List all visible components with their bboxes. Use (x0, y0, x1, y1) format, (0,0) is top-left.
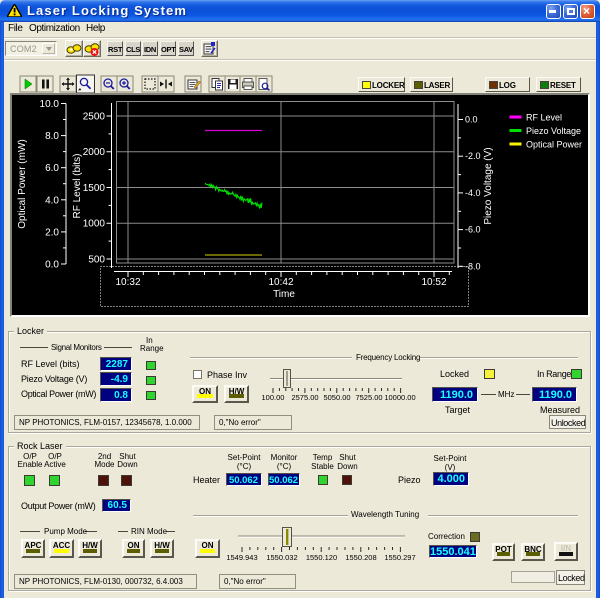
svg-text:5050.00: 5050.00 (323, 393, 350, 402)
svg-text:Optical Power: Optical Power (526, 140, 582, 150)
svg-text:500: 500 (88, 255, 105, 266)
svg-text:0.0: 0.0 (45, 260, 59, 271)
svg-text:2575.00: 2575.00 (291, 393, 318, 402)
svg-text:1000: 1000 (83, 219, 106, 230)
svg-text:RF Level: RF Level (526, 113, 562, 123)
svg-text:7525.00: 7525.00 (355, 393, 382, 402)
svg-text:10:52: 10:52 (421, 277, 446, 288)
svg-text:1550.032: 1550.032 (266, 553, 297, 562)
svg-text:1550.208: 1550.208 (345, 553, 376, 562)
svg-text:Piezo Voltage: Piezo Voltage (526, 126, 581, 136)
svg-text:4.0: 4.0 (45, 195, 59, 206)
svg-text:-6.0: -6.0 (465, 225, 481, 235)
svg-text:10:32: 10:32 (115, 277, 140, 288)
svg-text:1550.297: 1550.297 (384, 553, 415, 562)
svg-text:1550.120: 1550.120 (306, 553, 337, 562)
svg-text:Piezo Voltage (V): Piezo Voltage (V) (483, 147, 494, 224)
svg-text:8.0: 8.0 (45, 131, 59, 142)
svg-text:1500: 1500 (83, 183, 106, 194)
svg-text:2.0: 2.0 (45, 227, 59, 238)
svg-text:RF Level (bits): RF Level (bits) (72, 153, 83, 218)
svg-text:10000.00: 10000.00 (384, 393, 415, 402)
svg-text:10.0: 10.0 (40, 99, 60, 110)
svg-text:100.00: 100.00 (262, 393, 285, 402)
svg-text:2000: 2000 (83, 147, 106, 158)
svg-text:1549.943: 1549.943 (226, 553, 257, 562)
svg-text:Time: Time (273, 289, 295, 300)
svg-text:6.0: 6.0 (45, 163, 59, 174)
svg-text:10:42: 10:42 (268, 277, 293, 288)
svg-text:-4.0: -4.0 (465, 188, 481, 198)
svg-text:-2.0: -2.0 (465, 151, 481, 161)
svg-text:0.0: 0.0 (465, 115, 478, 125)
svg-text:2500: 2500 (83, 112, 106, 123)
svg-text:Optical Power (mW): Optical Power (mW) (17, 139, 28, 228)
